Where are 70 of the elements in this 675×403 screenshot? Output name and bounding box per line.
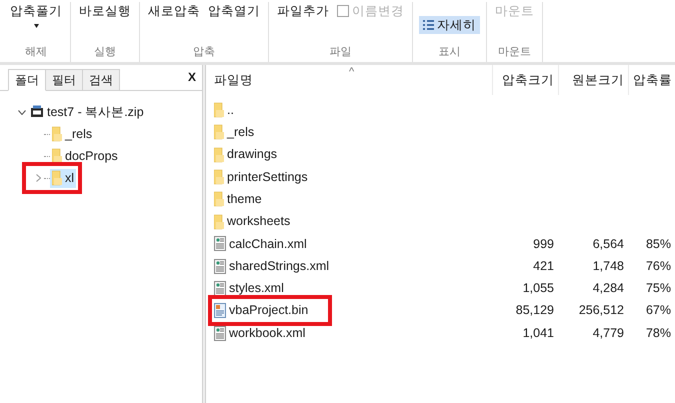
chevron-right-icon[interactable]	[36, 174, 40, 182]
folder-icon	[214, 102, 224, 118]
table-cell-text: 1,748	[592, 258, 625, 275]
table-cell-text: 4,284	[592, 280, 625, 298]
table-cell-text: 78%	[644, 324, 672, 342]
table-cell-text: 85%	[644, 236, 672, 253]
folder-icon	[52, 148, 62, 164]
sidebar-tab[interactable]: 검색	[83, 69, 120, 91]
rename-icon	[337, 5, 349, 17]
group-label: 파일	[330, 44, 352, 60]
table-cell-text: 4,779	[592, 324, 625, 342]
sidebar-tab[interactable]: 필터	[46, 69, 83, 91]
table-cell-text: 1,055	[522, 280, 555, 298]
folder-icon	[214, 124, 224, 140]
file-name: drawings	[227, 146, 278, 164]
group-label: 실행	[94, 44, 116, 60]
file-name: ..	[227, 102, 234, 119]
ribbon-button[interactable]: 압축풀기	[8, 2, 64, 28]
table-cell-text: 1,041	[522, 324, 555, 342]
folder-icon	[52, 126, 62, 142]
file-name: _rels	[227, 124, 254, 142]
table-cell-text: 6,564	[592, 236, 625, 253]
tree-item[interactable]: docProps	[50, 146, 120, 166]
folder-icon	[52, 170, 62, 186]
file-name: calcChain.xml	[229, 236, 307, 253]
tree-item[interactable]: _rels	[50, 124, 94, 144]
sort-indicator: ^	[348, 65, 356, 79]
column-header[interactable]: 압축률	[628, 65, 675, 95]
table-cell-text: 999	[532, 236, 555, 253]
group-label: 해제	[25, 44, 47, 60]
sidebar-tab[interactable]: 폴더	[8, 69, 46, 91]
archive-icon	[30, 105, 44, 119]
caret-icon	[34, 24, 38, 28]
document-icon	[214, 326, 226, 341]
chevron-down-icon[interactable]	[18, 110, 26, 114]
document-icon	[214, 258, 226, 274]
tree-item[interactable]: test7 - 복사본.zip	[28, 102, 146, 122]
folder-icon	[214, 214, 224, 230]
group-label: 표시	[438, 44, 460, 60]
file-name: theme	[227, 190, 262, 208]
close-button[interactable]: X	[188, 68, 196, 86]
ribbon-button[interactable]: 파일추가	[275, 2, 331, 20]
column-header[interactable]: 압축크기	[492, 65, 558, 95]
ribbon-button[interactable]: 압축열기	[206, 2, 262, 20]
table-cell-text: 76%	[644, 258, 672, 275]
group-label: 마운트	[498, 44, 531, 60]
ribbon-button[interactable]: 자세히	[419, 16, 480, 34]
table-cell-text: 67%	[644, 302, 672, 320]
group-label: 압축	[193, 44, 215, 60]
folder-icon	[214, 191, 224, 208]
document-icon	[214, 236, 226, 252]
tree-item[interactable]: xl	[50, 168, 76, 188]
list-icon	[423, 20, 434, 30]
table-cell-text: 256,512	[578, 302, 625, 320]
table-cell-text: 85,129	[514, 302, 555, 320]
file-name: printerSettings	[227, 168, 308, 186]
file-name: workbook.xml	[229, 324, 306, 342]
file-name: vbaProject.bin	[229, 302, 308, 320]
table-cell-text: 421	[532, 258, 555, 275]
document-icon	[214, 303, 226, 318]
table-cell-text: 75%	[644, 280, 672, 298]
ribbon-button[interactable]: 새로압축	[146, 2, 202, 20]
file-name: sharedStrings.xml	[229, 258, 330, 275]
file-name: styles.xml	[229, 280, 284, 298]
file-name: worksheets	[227, 213, 290, 230]
ribbon-button[interactable]: 바로실행	[77, 2, 133, 20]
column-header[interactable]: 원본크기	[558, 65, 628, 95]
folder-icon	[214, 146, 224, 163]
document-icon	[214, 281, 226, 296]
folder-icon	[214, 169, 224, 186]
